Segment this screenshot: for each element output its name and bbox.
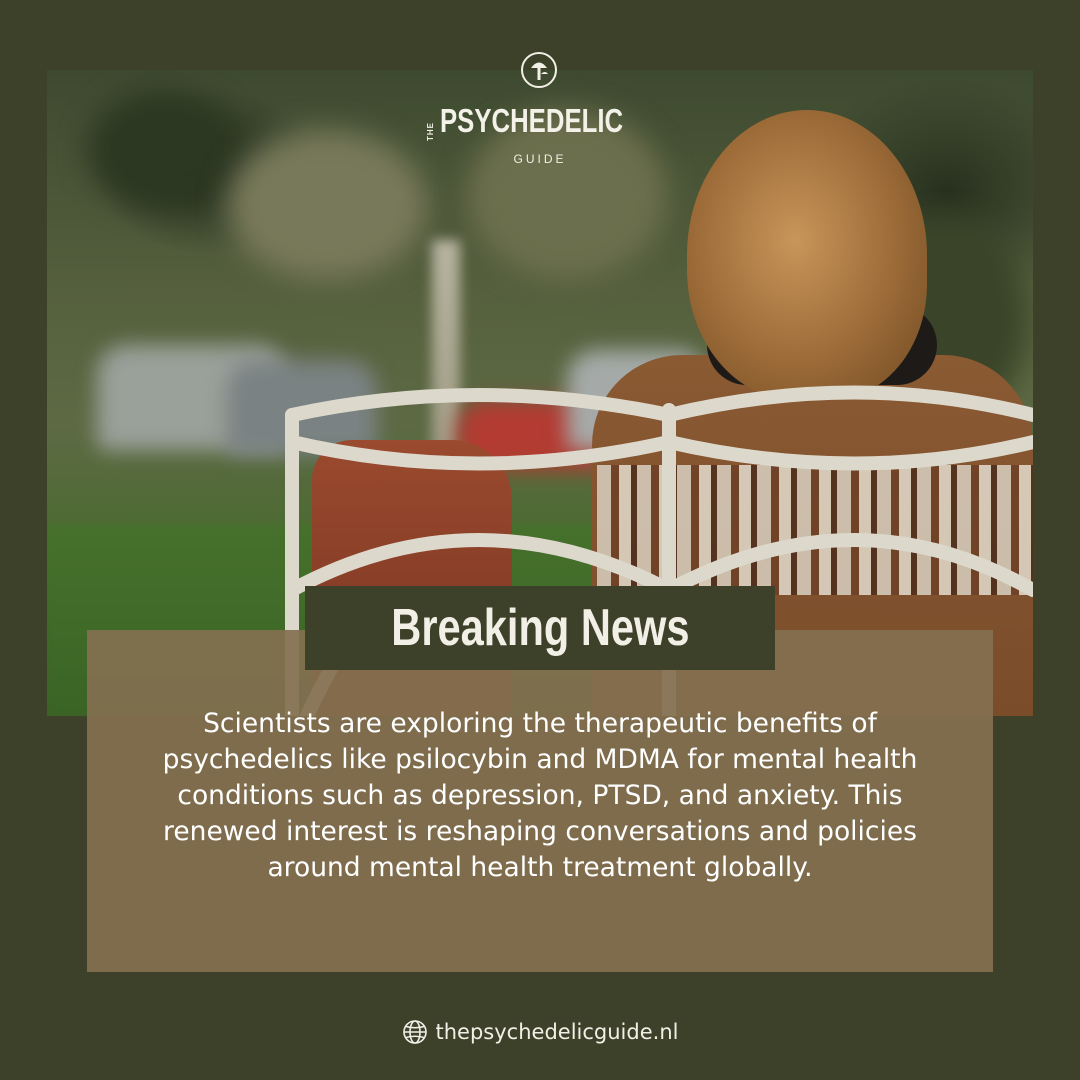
- post-canvas: THE PSYCHEDELIC GUIDE Breaking News Scie…: [0, 0, 1080, 1080]
- footer: thepsychedelicguide.nl: [0, 1012, 1080, 1052]
- mushroom-logo-icon: [521, 52, 557, 88]
- globe-icon: [402, 1020, 427, 1044]
- logo-subtitle: GUIDE: [513, 152, 567, 166]
- brand-logo: THE PSYCHEDELIC GUIDE: [340, 50, 740, 180]
- logo-the: THE: [426, 122, 435, 142]
- breaking-news-badge: Breaking News: [305, 586, 775, 670]
- badge-label: Breaking News: [390, 599, 690, 657]
- website-link[interactable]: thepsychedelicguide.nl: [436, 1020, 679, 1044]
- logo-wordmark: PSYCHEDELIC: [440, 102, 624, 139]
- article-body: Scientists are exploring the therapeutic…: [162, 708, 918, 883]
